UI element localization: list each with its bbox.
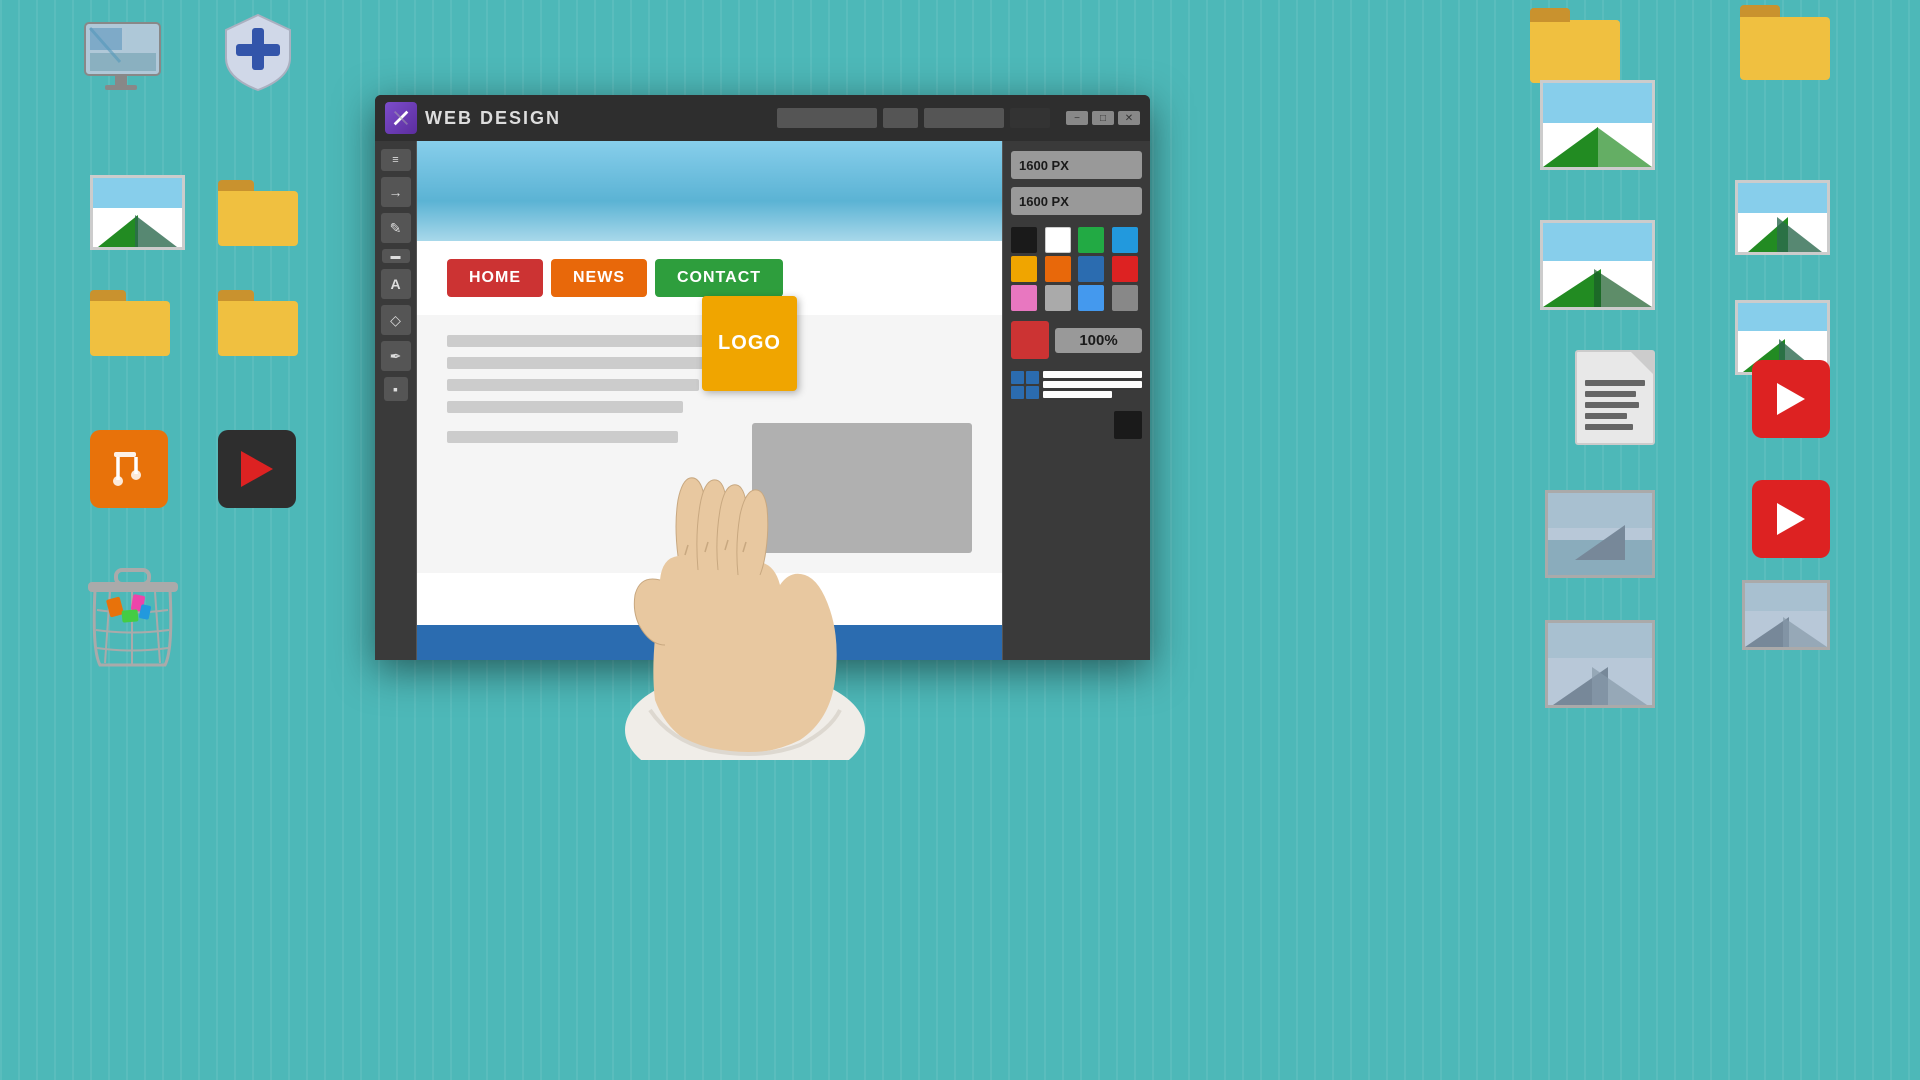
- image-thumb-right-1: [1540, 80, 1655, 170]
- color-palette: [1011, 227, 1142, 311]
- logo-sticky-note[interactable]: LOGO: [702, 296, 797, 391]
- text-lines-widget: [1043, 371, 1142, 398]
- window-controls: − □ ✕: [1066, 111, 1140, 125]
- tools-panel: ≡ → ✎ ▬ A ◇ ✒ ▪: [375, 141, 417, 660]
- music-app-icon[interactable]: [90, 430, 168, 508]
- close-button[interactable]: ✕: [1118, 111, 1140, 125]
- swatch-dark-blue[interactable]: [1078, 256, 1104, 282]
- dark-square-widget: [1114, 411, 1142, 439]
- tool-diamond[interactable]: ◇: [381, 305, 411, 335]
- swatch-dark-gray[interactable]: [1112, 285, 1138, 311]
- toolbar-input-3[interactable]: [924, 108, 1004, 128]
- zoom-row: 100%: [1011, 321, 1142, 359]
- shield-icon: [218, 10, 298, 95]
- swatch-green[interactable]: [1078, 227, 1104, 253]
- folder-left-2[interactable]: [90, 290, 170, 356]
- nav-home-btn[interactable]: HOME: [447, 259, 543, 297]
- window-title: WEB DESIGN: [425, 108, 769, 129]
- right-panel: 1600 PX 1600 PX 100%: [1002, 141, 1150, 660]
- folder-top-right-2[interactable]: [1740, 5, 1830, 80]
- content-line-2: [447, 357, 710, 369]
- toolbar-input-4[interactable]: [1010, 108, 1050, 128]
- nav-news-btn[interactable]: NEWS: [551, 259, 647, 297]
- folder-top-right-1[interactable]: [1530, 8, 1620, 83]
- tool-brush[interactable]: ✒: [381, 341, 411, 371]
- maximize-button[interactable]: □: [1092, 111, 1114, 125]
- toolbar-input-2[interactable]: [883, 108, 918, 128]
- title-bar: WEB DESIGN − □ ✕: [375, 95, 1150, 141]
- document-icon-right: [1575, 350, 1655, 445]
- swatch-blue[interactable]: [1112, 227, 1138, 253]
- swatch-orange[interactable]: [1045, 256, 1071, 282]
- color-red-active[interactable]: [1011, 321, 1049, 359]
- folder-left-1[interactable]: [218, 180, 298, 246]
- image-thumb-right-7: [1545, 620, 1655, 708]
- swatch-black[interactable]: [1011, 227, 1037, 253]
- tool-select[interactable]: →: [381, 177, 411, 207]
- video-app-icon-right[interactable]: [1752, 480, 1830, 558]
- blue-grid-icon: [1011, 371, 1039, 399]
- hand-holding-logo: [570, 380, 920, 760]
- app-icon: [385, 102, 417, 134]
- dim-height-input[interactable]: 1600 PX: [1011, 187, 1142, 215]
- image-thumb-left-1: [90, 175, 185, 250]
- image-thumb-right-5: [1545, 490, 1655, 578]
- zoom-display: 100%: [1055, 328, 1142, 353]
- dim-width-input[interactable]: 1600 PX: [1011, 151, 1142, 179]
- content-line-1: [447, 335, 736, 347]
- swatch-white[interactable]: [1045, 227, 1071, 253]
- swatch-pink[interactable]: [1011, 285, 1037, 311]
- tool-text[interactable]: A: [381, 269, 411, 299]
- image-thumb-right-3: [1540, 220, 1655, 310]
- video-app-icon-left[interactable]: [218, 430, 296, 508]
- site-header-bg: [417, 141, 1002, 241]
- tool-hamburger[interactable]: ≡: [381, 149, 411, 171]
- nav-contact-btn[interactable]: CONTACT: [655, 259, 783, 297]
- swatch-orange-yellow[interactable]: [1011, 256, 1037, 282]
- swatch-red[interactable]: [1112, 256, 1138, 282]
- tool-rect[interactable]: ▬: [382, 249, 410, 263]
- toolbar-input-1[interactable]: [777, 108, 877, 128]
- image-thumb-right-6: [1742, 580, 1830, 650]
- tool-square-small[interactable]: ▪: [384, 377, 408, 401]
- folder-left-3[interactable]: [218, 290, 298, 356]
- minimize-button[interactable]: −: [1066, 111, 1088, 125]
- monitor-icon: [80, 18, 170, 98]
- widget-area: [1011, 371, 1142, 399]
- recycle-bin-icon[interactable]: [80, 560, 185, 675]
- toolbar-inputs: [777, 108, 1050, 128]
- swatch-light-blue[interactable]: [1078, 285, 1104, 311]
- video-icon-right-2[interactable]: [1752, 360, 1830, 438]
- image-thumb-right-2: [1735, 180, 1830, 255]
- swatch-gray[interactable]: [1045, 285, 1071, 311]
- tool-pencil[interactable]: ✎: [381, 213, 411, 243]
